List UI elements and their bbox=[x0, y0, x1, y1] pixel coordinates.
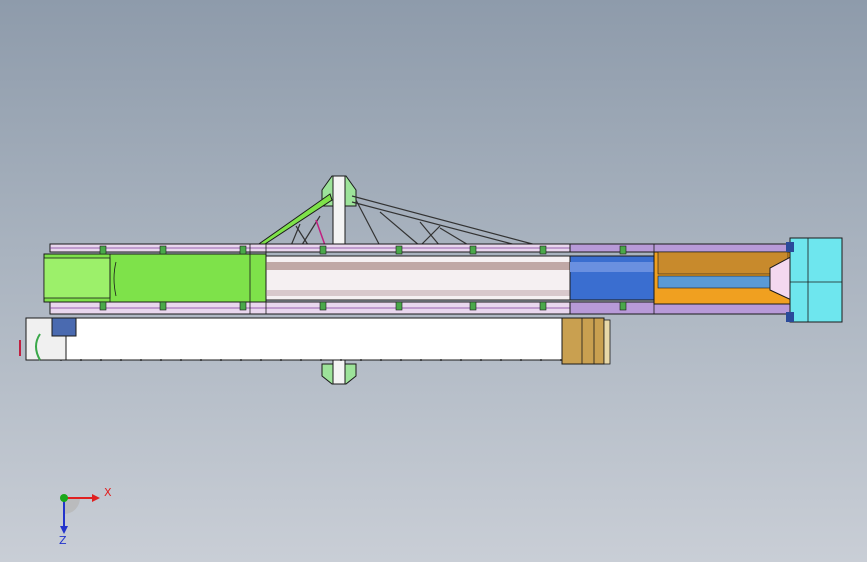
cad-viewport[interactable]: X Z bbox=[0, 0, 867, 562]
coordinate-triad[interactable]: X Z bbox=[40, 480, 120, 550]
cyan-end-block bbox=[789, 237, 843, 323]
z-axis-label: Z bbox=[59, 534, 67, 547]
x-axis-label: X bbox=[104, 486, 112, 499]
lower-conveyor bbox=[25, 317, 563, 361]
drive-motor bbox=[51, 317, 77, 337]
tan-gate-block bbox=[561, 317, 605, 365]
mast-column bbox=[332, 175, 346, 249]
mast-bottom-column bbox=[332, 359, 346, 385]
boom-assembly-model[interactable] bbox=[0, 0, 867, 562]
